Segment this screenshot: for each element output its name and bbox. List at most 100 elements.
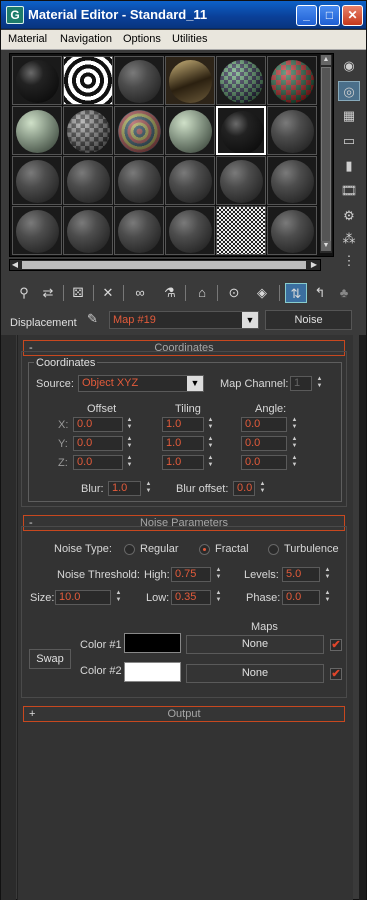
sample-slot[interactable] <box>216 206 266 255</box>
material-id-channel-icon[interactable]: ⌂ <box>191 283 213 303</box>
high-field[interactable]: 0.75 <box>171 567 211 582</box>
map-type-button[interactable]: Noise <box>265 310 352 330</box>
video-color-check-icon[interactable]: ▮ <box>338 156 360 176</box>
background-checker-icon[interactable]: ▦ <box>338 106 360 126</box>
spinner-icon[interactable]: ▲ ▼ <box>290 417 299 432</box>
color2-map-checkbox[interactable]: ✔ <box>330 668 342 680</box>
tiling-x-field[interactable]: 1.0 <box>162 417 204 432</box>
sample-slot[interactable] <box>63 156 113 205</box>
offset-x-field[interactable]: 0.0 <box>73 417 123 432</box>
color1-map-checkbox[interactable]: ✔ <box>330 639 342 651</box>
sample-slot[interactable] <box>165 206 215 255</box>
sample-slot[interactable] <box>267 56 317 105</box>
sample-type-icon[interactable]: ◉ <box>338 56 360 76</box>
angle-z-field[interactable]: 0.0 <box>241 455 287 470</box>
sample-slot[interactable] <box>12 156 62 205</box>
sample-slot[interactable] <box>267 106 317 155</box>
sample-slot[interactable] <box>165 56 215 105</box>
spinner-icon[interactable]: ▲ ▼ <box>290 455 299 470</box>
sample-slot[interactable] <box>63 106 113 155</box>
material-map-navigator-icon[interactable]: ⋮ <box>338 251 360 271</box>
spinner-icon[interactable]: ▲ ▼ <box>323 567 332 582</box>
backlight-icon[interactable]: ◎ <box>338 81 360 101</box>
low-field[interactable]: 0.35 <box>171 590 211 605</box>
reset-map-icon[interactable]: ✕ <box>97 283 119 303</box>
close-button[interactable]: ✕ <box>342 5 363 26</box>
scroll-thumb[interactable] <box>22 261 306 269</box>
make-preview-icon[interactable]: 🎞 <box>338 181 360 201</box>
size-field[interactable]: 10.0 <box>55 590 111 605</box>
sample-slot[interactable] <box>114 206 164 255</box>
pick-material-icon[interactable]: ✎ <box>87 311 105 329</box>
panel-scrollbar[interactable] <box>359 335 366 900</box>
put-to-library-icon[interactable]: ⚗ <box>159 283 181 303</box>
make-unique-icon[interactable]: ∞ <box>129 283 151 303</box>
menu-options[interactable]: Options <box>123 33 161 45</box>
spinner-icon[interactable]: ▲ ▼ <box>114 590 123 605</box>
sample-slot[interactable] <box>114 106 164 155</box>
spinner-icon[interactable]: ▲ ▼ <box>214 590 223 605</box>
spinner-icon[interactable]: ▲ ▼ <box>290 436 299 451</box>
levels-field[interactable]: 5.0 <box>282 567 320 582</box>
color2-swatch[interactable] <box>124 662 181 682</box>
slots-horizontal-scrollbar[interactable]: ◀ ▶ <box>9 259 321 271</box>
title-bar[interactable]: G Material Editor - Standard_11 _ □ ✕ <box>1 1 366 29</box>
color2-map-button[interactable]: None <box>186 664 324 683</box>
sample-slot[interactable] <box>165 156 215 205</box>
spinner-icon[interactable]: ▲ ▼ <box>144 481 153 496</box>
spinner-icon[interactable]: ▲ ▼ <box>214 567 223 582</box>
sample-slot[interactable] <box>12 206 62 255</box>
show-end-result-icon[interactable]: ◈ <box>251 283 273 303</box>
spinner-icon[interactable]: ▲ ▼ <box>206 436 215 451</box>
get-material-icon[interactable]: ⚲ <box>13 283 35 303</box>
scroll-down-icon[interactable]: ▼ <box>321 241 331 251</box>
output-rollout-header[interactable]: + Output <box>23 706 345 722</box>
sample-slot[interactable] <box>165 106 215 155</box>
scroll-left-icon[interactable]: ◀ <box>10 260 20 270</box>
spinner-icon[interactable]: ▲ ▼ <box>125 455 134 470</box>
swap-button[interactable]: Swap <box>29 649 71 669</box>
blur-field[interactable]: 1.0 <box>108 481 141 496</box>
spinner-icon[interactable]: ▲ ▼ <box>206 455 215 470</box>
sample-slot[interactable] <box>114 156 164 205</box>
menu-navigation[interactable]: Navigation <box>60 33 112 45</box>
go-forward-to-sibling-icon[interactable]: ↰ <box>309 283 331 303</box>
sample-uv-tiling-icon[interactable]: ▭ <box>338 131 360 151</box>
options-icon[interactable]: ⚙ <box>338 206 360 226</box>
spinner-icon[interactable]: ▲ ▼ <box>125 417 134 432</box>
color1-swatch[interactable] <box>124 633 181 653</box>
spinner-icon[interactable]: ▲ ▼ <box>125 436 134 451</box>
slots-vertical-scrollbar[interactable]: ▲ ▼ <box>320 55 332 253</box>
offset-z-field[interactable]: 0.0 <box>73 455 123 470</box>
sample-slot[interactable] <box>267 156 317 205</box>
sample-slot[interactable] <box>63 56 113 105</box>
menu-material[interactable]: Material <box>8 33 47 45</box>
chevron-down-icon[interactable]: ▼ <box>187 376 203 391</box>
menu-utilities[interactable]: Utilities <box>172 33 207 45</box>
spinner-icon[interactable]: ▲ ▼ <box>258 481 267 496</box>
minimize-button[interactable]: _ <box>296 5 317 26</box>
radio-regular[interactable] <box>124 544 135 555</box>
radio-turbulence[interactable] <box>268 544 279 555</box>
tiling-z-field[interactable]: 1.0 <box>162 455 204 470</box>
offset-y-field[interactable]: 0.0 <box>73 436 123 451</box>
sample-slot[interactable] <box>63 206 113 255</box>
assign-to-selection-icon[interactable]: ⚄ <box>67 283 89 303</box>
go-to-parent-icon[interactable]: ⇅ <box>285 283 307 303</box>
scroll-thumb[interactable] <box>321 67 331 245</box>
sample-slot[interactable] <box>267 206 317 255</box>
chevron-down-icon[interactable]: ▼ <box>242 312 258 328</box>
angle-x-field[interactable]: 0.0 <box>241 417 287 432</box>
map-name-field[interactable]: Map #19 <box>109 311 259 329</box>
radio-fractal[interactable] <box>199 544 210 555</box>
sample-slot-active[interactable] <box>216 106 266 155</box>
scroll-up-icon[interactable]: ▲ <box>321 55 331 65</box>
angle-y-field[interactable]: 0.0 <box>241 436 287 451</box>
tiling-y-field[interactable]: 1.0 <box>162 436 204 451</box>
select-by-material-icon[interactable]: ⁂ <box>338 229 360 249</box>
sample-slot[interactable] <box>216 56 266 105</box>
sample-slot[interactable] <box>12 56 62 105</box>
scroll-right-icon[interactable]: ▶ <box>309 260 319 270</box>
spinner-icon[interactable]: ▲ ▼ <box>206 417 215 432</box>
color1-map-button[interactable]: None <box>186 635 324 654</box>
